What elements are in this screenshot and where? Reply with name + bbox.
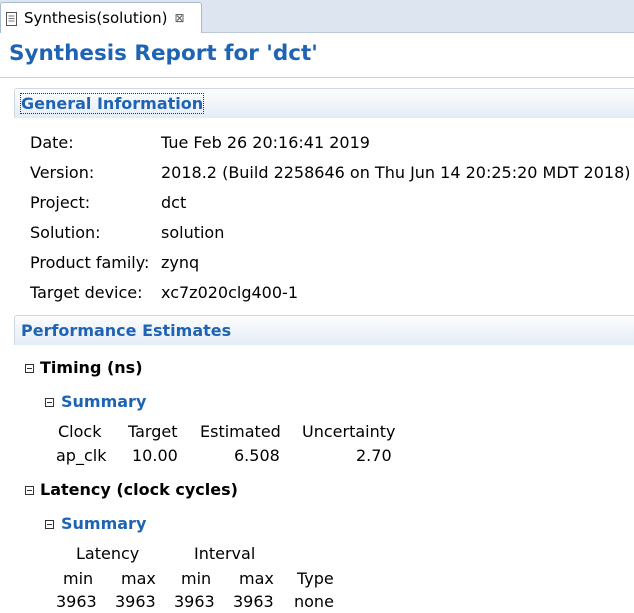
report-document-icon	[6, 11, 18, 26]
interval-col-min: min	[181, 569, 212, 588]
info-label: Product family:	[30, 253, 150, 272]
info-value: dct	[161, 193, 187, 212]
performance-estimates-section-header[interactable]: Performance Estimates	[14, 315, 634, 345]
latency-col-max: max	[121, 569, 156, 588]
info-value: Tue Feb 26 20:16:41 2019	[161, 133, 370, 152]
title-divider	[0, 77, 634, 78]
general-information-heading[interactable]: General Information	[19, 93, 205, 114]
latency-cell-max: 3963	[115, 592, 156, 611]
info-value: solution	[161, 223, 225, 242]
latency-summary-heading: Summary	[61, 514, 147, 533]
collapse-timing-icon[interactable]	[25, 364, 34, 373]
timing-cell-estimated: 6.508	[234, 446, 280, 465]
tab-synthesis-solution[interactable]: Synthesis(solution) ⊠	[0, 2, 202, 33]
interval-col-max: max	[239, 569, 274, 588]
interval-cell-max: 3963	[233, 592, 274, 611]
timing-col-uncertainty: Uncertainty	[302, 422, 396, 441]
general-information-section-header[interactable]: General Information	[14, 88, 634, 118]
collapse-latency-icon[interactable]	[25, 486, 34, 495]
timing-col-target: Target	[128, 422, 178, 441]
latency-col-type: Type	[297, 569, 334, 588]
info-value: zynq	[161, 253, 200, 272]
info-label: Version:	[30, 163, 95, 182]
latency-heading: Latency (clock cycles)	[40, 480, 238, 499]
info-label: Date:	[30, 133, 74, 152]
timing-cell-uncertainty: 2.70	[356, 446, 392, 465]
latency-group-interval: Interval	[194, 544, 256, 563]
latency-group-latency: Latency	[76, 544, 140, 563]
close-icon[interactable]: ⊠	[174, 11, 184, 25]
performance-estimates-heading[interactable]: Performance Estimates	[21, 321, 231, 340]
page-title: Synthesis Report for 'dct'	[9, 41, 318, 66]
timing-heading: Timing (ns)	[40, 358, 143, 377]
info-value: xc7z020clg400-1	[161, 283, 298, 302]
info-label: Solution:	[30, 223, 101, 242]
info-label: Project:	[30, 193, 91, 212]
latency-cell-min: 3963	[56, 592, 97, 611]
interval-cell-min: 3963	[174, 592, 215, 611]
latency-cell-type: none	[294, 592, 334, 611]
timing-cell-clock: ap_clk	[56, 446, 107, 465]
timing-cell-target: 10.00	[132, 446, 178, 465]
info-label: Target device:	[30, 283, 143, 302]
timing-summary-heading: Summary	[61, 392, 147, 411]
timing-col-estimated: Estimated	[200, 422, 281, 441]
timing-col-clock: Clock	[58, 422, 102, 441]
info-value: 2018.2 (Build 2258646 on Thu Jun 14 20:2…	[161, 163, 631, 182]
collapse-latency-summary-icon[interactable]	[45, 520, 54, 529]
latency-col-min: min	[63, 569, 94, 588]
tab-label: Synthesis(solution)	[24, 9, 168, 27]
editor-tab-strip: Synthesis(solution) ⊠	[0, 0, 634, 33]
collapse-timing-summary-icon[interactable]	[45, 398, 54, 407]
